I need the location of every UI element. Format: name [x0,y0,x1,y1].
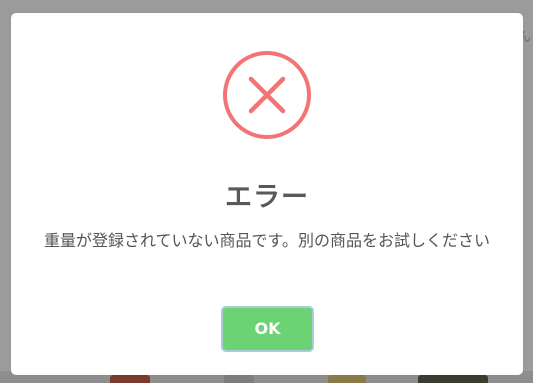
dialog-title: エラー [225,182,309,213]
product-thumbnail [224,375,254,383]
ok-button[interactable]: OK [221,306,314,352]
product-thumbnail [328,375,366,383]
dialog-message: 重量が登録されていない商品です。別の商品をお試しください [44,231,490,250]
product-thumbnail [418,375,488,383]
product-thumbnail [110,375,150,383]
error-x-icon [223,51,311,139]
error-dialog: エラー 重量が登録されていない商品です。別の商品をお試しください OK [11,13,523,375]
